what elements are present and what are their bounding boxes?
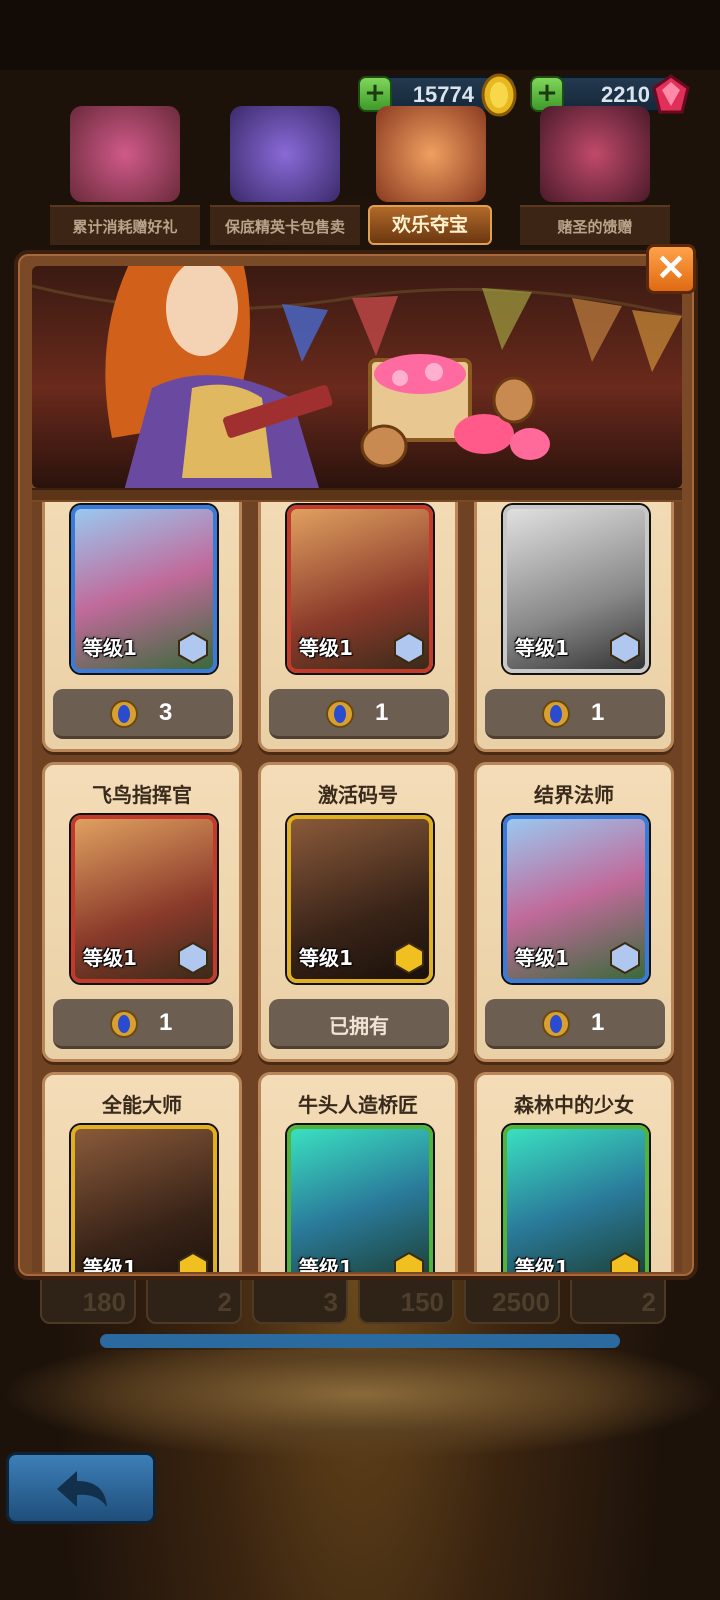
tab-cumulative-rewards[interactable]: 累计消耗赠好礼 (50, 100, 200, 245)
rarity-gem-icon (394, 631, 424, 665)
tab-gambler-gift[interactable]: 赌圣的馈赠 (520, 100, 670, 245)
hero-card[interactable]: 牛头人造桥匠等级1 (258, 1072, 458, 1272)
price-value: 1 (591, 699, 605, 726)
owned-badge: 已拥有 (269, 999, 449, 1049)
token-shield-icon (326, 700, 354, 728)
tab-art-gift (70, 106, 180, 202)
character-portrait (105, 266, 333, 488)
hero-card[interactable]: 等级1 1 (258, 502, 458, 752)
rarity-gem-icon (394, 1251, 424, 1272)
close-button[interactable]: ✕ (646, 244, 696, 294)
hero-card[interactable]: 等级1 3 (42, 502, 242, 752)
hero-portrait: 等级1 (503, 1125, 649, 1272)
hero-card[interactable]: 激活码号等级1 已拥有 (258, 762, 458, 1062)
price-value: 3 (159, 699, 173, 726)
rarity-gem-icon (178, 941, 208, 975)
tab-label: 赌圣的馈赠 (557, 218, 633, 236)
tab-label: 保底精英卡包售卖 (224, 218, 345, 236)
hero-level: 等级1 (515, 1256, 569, 1272)
token-shield-icon (110, 700, 138, 728)
hero-name: 全能大师 (102, 1093, 182, 1117)
hero-portrait: 等级1 (287, 505, 433, 673)
price-button[interactable]: 1 (485, 689, 665, 739)
hero-portrait: 等级1 (287, 1125, 433, 1272)
treasure-chest-icon (360, 354, 550, 468)
hero-card[interactable]: 结界法师等级1 1 (474, 762, 674, 1062)
price-value: 1 (591, 1009, 605, 1036)
price-value: 1 (159, 1009, 173, 1036)
hero-name: 森林中的少女 (514, 1093, 634, 1117)
banner-divider (32, 488, 682, 500)
rarity-gem-icon (394, 941, 424, 975)
hero-name: 结界法师 (534, 783, 614, 807)
tab-art-cushion (540, 106, 650, 202)
token-shield-icon (110, 1010, 138, 1038)
rarity-gem-icon (178, 1251, 208, 1272)
hero-card[interactable]: 全能大师等级1 (42, 1072, 242, 1272)
tab-label: 欢乐夺宝 (391, 214, 468, 236)
card-grid[interactable]: 等级1 3 等级1 1 等级1 1 飞鸟指挥官 等级1 1 激活码号 等级1 已拥有 结界法师 等级1 1 全… (32, 502, 682, 1272)
hero-level: 等级1 (299, 946, 353, 970)
tab-art-treasure (376, 106, 486, 202)
tab-label: 累计消耗赠好礼 (72, 218, 178, 236)
close-icon: ✕ (655, 247, 687, 288)
rarity-gem-icon (610, 941, 640, 975)
hero-name: 飞鸟指挥官 (92, 783, 192, 807)
hero-portrait: 等级1 (287, 815, 433, 983)
hero-level: 等级1 (83, 636, 137, 660)
price-button[interactable]: 3 (53, 689, 233, 739)
hero-level: 等级1 (515, 636, 569, 660)
price-button[interactable]: 1 (269, 689, 449, 739)
tab-art-card-pack (230, 106, 340, 202)
hero-level: 等级1 (299, 1256, 353, 1272)
treasure-modal: 等级1 3 等级1 1 等级1 1 飞鸟指挥官 等级1 1 激活码号 等级1 已拥有 结界法师 等级1 1 全… (14, 250, 698, 1280)
hero-card[interactable]: 森林中的少女等级1 (474, 1072, 674, 1272)
rarity-gem-icon (610, 631, 640, 665)
token-shield-icon (542, 700, 570, 728)
coin-pile (0, 1350, 720, 1460)
hero-card[interactable]: 等级1 1 (474, 502, 674, 752)
rarity-gem-icon (610, 1251, 640, 1272)
hero-portrait: 等级1 (503, 505, 649, 673)
price-value: 1 (375, 699, 389, 726)
hero-name: 牛头人造桥匠 (298, 1093, 418, 1117)
owned-label: 已拥有 (329, 1014, 389, 1038)
hero-level: 等级1 (83, 1256, 137, 1272)
progress-bar (100, 1334, 620, 1348)
rarity-gem-icon (178, 631, 208, 665)
hero-name: 激活码号 (318, 783, 398, 807)
hero-portrait: 等级1 (71, 505, 217, 673)
hero-level: 等级1 (299, 636, 353, 660)
hero-portrait: 等级1 (71, 1125, 217, 1272)
hero-portrait: 等级1 (71, 815, 217, 983)
hero-portrait: 等级1 (503, 815, 649, 983)
back-arrow-icon (57, 1471, 107, 1507)
token-shield-icon (542, 1010, 570, 1038)
price-button[interactable]: 1 (53, 999, 233, 1049)
hero-level: 等级1 (83, 946, 137, 970)
hero-card[interactable]: 飞鸟指挥官等级1 1 (42, 762, 242, 1062)
price-button[interactable]: 1 (485, 999, 665, 1049)
tab-happy-treasure[interactable]: 欢乐夺宝 (368, 100, 492, 245)
top-bar (0, 0, 720, 70)
banner (32, 266, 682, 488)
tab-elite-pack[interactable]: 保底精英卡包售卖 (210, 100, 360, 245)
back-button[interactable] (6, 1452, 156, 1524)
hero-level: 等级1 (515, 946, 569, 970)
